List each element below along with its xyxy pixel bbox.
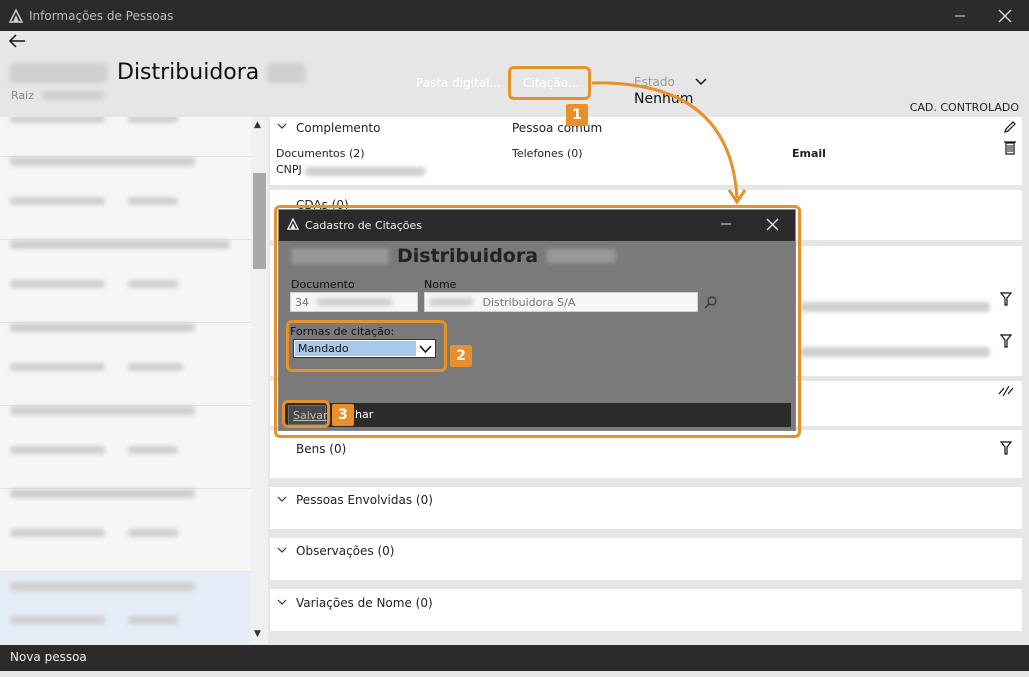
redacted-text (10, 529, 105, 537)
redacted-text (128, 529, 178, 537)
nova-pessoa-button[interactable]: Nova pessoa (10, 650, 87, 664)
complemento-title[interactable]: Complemento (296, 121, 380, 135)
redacted-text (10, 240, 230, 249)
app-logo-icon (8, 7, 24, 23)
link-broken-icon[interactable] (997, 384, 1015, 402)
filter-icon[interactable] (999, 334, 1013, 352)
redacted-text (128, 197, 178, 205)
redacted-text (800, 347, 990, 357)
cnpj-label: CNPJ (276, 163, 302, 176)
footer-bar: Nova pessoa (0, 645, 1029, 671)
redacted-name-prefix (10, 62, 107, 83)
redacted-cnpj (305, 167, 425, 176)
redacted-text (128, 446, 178, 454)
raiz-row: Raiz (11, 89, 104, 102)
chevron-down-icon[interactable] (277, 122, 287, 133)
people-list (0, 117, 251, 644)
close-button[interactable] (982, 0, 1027, 31)
person-name: Distribuidora (10, 60, 306, 85)
telefones-label: Telefones (0) (512, 147, 583, 160)
email-label: Email (792, 147, 826, 160)
minimize-button[interactable] (937, 0, 982, 31)
bens-title[interactable]: Bens (0) (296, 442, 346, 456)
chevron-down-icon[interactable] (277, 598, 287, 609)
redacted-text (10, 157, 195, 166)
step-badge-2: 2 (450, 345, 472, 367)
scroll-thumb[interactable] (253, 173, 266, 269)
list-item[interactable] (0, 323, 251, 406)
pencil-icon[interactable] (1003, 120, 1017, 138)
list-item[interactable] (0, 157, 251, 240)
redacted-raiz (41, 91, 104, 100)
pessoa-comum-label: Pessoa comum (512, 121, 603, 135)
pessoas-envolvidas-title[interactable]: Pessoas Envolvidas (0) (296, 493, 433, 507)
list-item[interactable] (0, 240, 251, 323)
filter-icon[interactable] (999, 441, 1013, 459)
highlight-citacao (508, 66, 591, 100)
list-item[interactable] (0, 117, 251, 157)
step-badge-1: 1 (566, 104, 588, 126)
observacoes-title[interactable]: Observações (0) (296, 544, 394, 558)
documentos-label: Documentos (2) (276, 147, 365, 160)
back-arrow-icon[interactable] (8, 32, 26, 53)
redacted-text (10, 323, 195, 332)
window-title: Informações de Pessoas (29, 8, 174, 23)
list-item-selected[interactable] (0, 572, 251, 644)
list-item[interactable] (0, 489, 251, 572)
cad-controlado-label: CAD. CONTROLADO (909, 101, 1019, 114)
filter-icon[interactable] (999, 292, 1013, 310)
chevron-down-icon[interactable] (277, 495, 287, 506)
redacted-text (10, 582, 195, 591)
title-bar: Informações de Pessoas (0, 0, 1029, 31)
redacted-text (800, 302, 990, 312)
person-name-text: Distribuidora (117, 60, 260, 85)
variacoes-title[interactable]: Variações de Nome (0) (296, 596, 433, 610)
callout-arrow (591, 81, 747, 205)
chevron-down-icon[interactable] (277, 546, 287, 557)
redacted-text (10, 280, 105, 288)
redacted-text (10, 406, 195, 415)
redacted-text (10, 117, 105, 123)
list-item[interactable] (0, 406, 251, 489)
scroll-down-icon[interactable]: ▼ (254, 629, 261, 639)
pasta-digital-link[interactable]: Pasta digital... (416, 76, 501, 90)
raiz-label: Raiz (11, 89, 34, 102)
redacted-text (128, 363, 183, 371)
redacted-name-suffix (267, 62, 306, 83)
step-badge-3: 3 (332, 404, 354, 426)
redacted-text (128, 280, 178, 288)
redacted-text (10, 363, 105, 371)
redacted-text (10, 616, 105, 624)
redacted-text (10, 197, 105, 205)
highlight-formas (286, 320, 447, 372)
scroll-up-icon[interactable]: ▲ (254, 120, 261, 130)
highlight-salvar (282, 400, 330, 428)
redacted-text (10, 489, 195, 498)
trash-icon[interactable] (1004, 139, 1016, 159)
redacted-text (128, 117, 178, 123)
list-scrollbar[interactable]: ▲ ▼ (251, 117, 268, 644)
redacted-text (10, 446, 105, 454)
redacted-text (128, 616, 178, 624)
